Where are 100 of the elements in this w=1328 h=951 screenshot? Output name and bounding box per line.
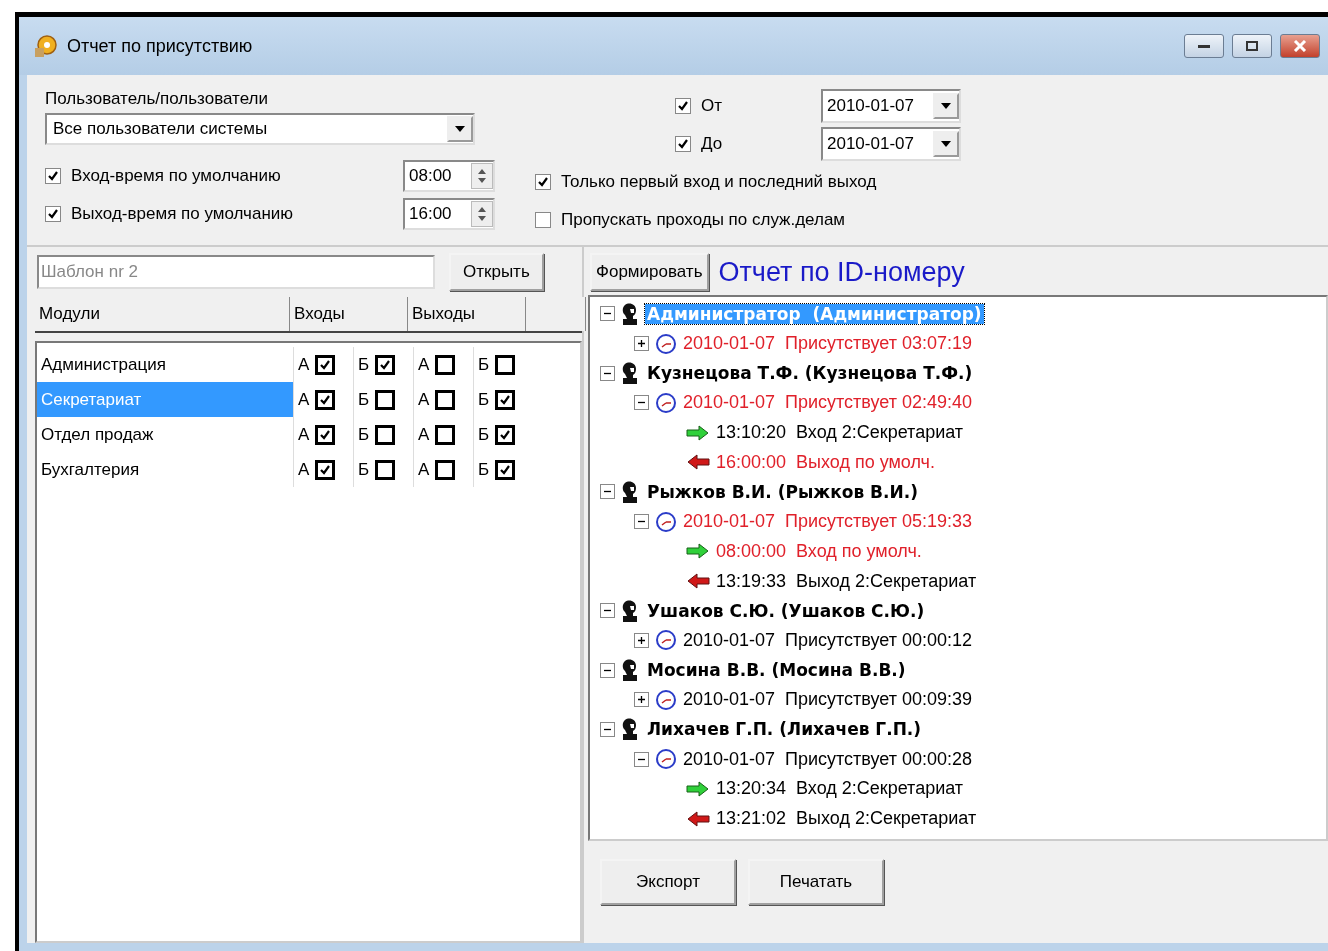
person-icon: [621, 362, 639, 385]
checkbox[interactable]: [435, 424, 456, 445]
module-name[interactable]: Бухгалтерия: [37, 452, 293, 487]
template-field[interactable]: Шаблон nr 2: [37, 255, 435, 289]
checkbox[interactable]: [45, 168, 61, 184]
checkbox[interactable]: [375, 354, 396, 375]
checkbox[interactable]: [375, 459, 396, 480]
user-node[interactable]: Рыжков В.И. (Рыжков В.И.): [645, 481, 920, 502]
user-node[interactable]: Кузнецова Т.Ф. (Кузнецова Т.Ф.): [645, 363, 975, 384]
module-name[interactable]: Администрация: [37, 347, 293, 382]
checkbox[interactable]: [375, 424, 396, 445]
spin-button[interactable]: [471, 201, 493, 227]
generate-button[interactable]: Формировать: [590, 253, 709, 291]
date-picker[interactable]: 2010-01-07: [821, 127, 961, 161]
open-button[interactable]: Открыть: [449, 253, 544, 291]
checkbox[interactable]: [315, 389, 336, 410]
check-icon: [319, 358, 332, 371]
spin-arrows-icon: [477, 206, 487, 222]
checkbox[interactable]: [535, 212, 551, 228]
dropdown-button[interactable]: [933, 93, 959, 119]
collapse-toggle[interactable]: [600, 365, 615, 381]
collapse-toggle[interactable]: [600, 662, 615, 678]
collapse-toggle[interactable]: [634, 514, 649, 530]
collapse-toggle[interactable]: [600, 484, 615, 500]
presence-node[interactable]: 2010-01-07 Присутствует 00:00:28: [683, 748, 973, 770]
person-icon: [621, 480, 639, 503]
plus-icon: [637, 695, 646, 705]
expand-toggle[interactable]: [634, 692, 649, 708]
expand-toggle[interactable]: [634, 632, 649, 648]
checkbox[interactable]: [435, 389, 456, 410]
date-picker[interactable]: 2010-01-07: [821, 89, 961, 123]
collapse-toggle[interactable]: [600, 721, 615, 737]
users-label: Пользователь/пользователи: [45, 89, 269, 109]
user-node[interactable]: Ушаков С.Ю. (Ушаков С.Ю.): [645, 600, 927, 621]
collapse-toggle[interactable]: [600, 603, 615, 619]
date-label: От: [701, 96, 723, 116]
collapse-toggle[interactable]: [600, 306, 615, 322]
event-node[interactable]: 08:00:00 Вход по умолч.: [716, 540, 922, 562]
expand-toggle[interactable]: [634, 336, 649, 352]
checkbox[interactable]: [315, 459, 336, 480]
presence-node[interactable]: 2010-01-07 Присутствует 02:49:40: [683, 392, 973, 414]
minimize-icon: [1197, 43, 1211, 49]
checkbox-label: Б: [358, 354, 370, 375]
check-icon: [319, 393, 332, 406]
presence-node[interactable]: 2010-01-07 Присутствует 03:07:19: [683, 333, 973, 355]
user-node[interactable]: Лихачев Г.П. (Лихачев Г.П.): [645, 719, 924, 740]
checkbox[interactable]: [315, 354, 336, 375]
person-icon: [621, 718, 639, 741]
check-icon: [319, 463, 332, 476]
clock-icon: [655, 629, 677, 652]
check-icon: [319, 428, 332, 441]
spin-button[interactable]: [471, 163, 493, 189]
checkbox-label: А: [418, 424, 430, 445]
dropdown-button[interactable]: [933, 131, 959, 157]
event-node[interactable]: 16:00:00 Выход по умолч.: [716, 451, 935, 473]
person-icon: [621, 302, 639, 325]
date-label: До: [701, 134, 724, 154]
checkbox[interactable]: [495, 424, 516, 445]
checkbox[interactable]: [435, 354, 456, 375]
checkbox-label: Б: [478, 424, 490, 445]
checkbox-label: А: [418, 389, 430, 410]
event-node[interactable]: 13:19:33 Выход 2:Секретариат: [716, 570, 977, 592]
checkbox-label: А: [418, 459, 430, 480]
checkbox[interactable]: [495, 354, 516, 375]
maximize-button[interactable]: [1232, 34, 1272, 58]
presence-node[interactable]: 2010-01-07 Присутствует 00:00:12: [683, 629, 973, 651]
collapse-toggle[interactable]: [634, 395, 649, 411]
presence-node[interactable]: 2010-01-07 Присутствует 00:09:39: [683, 689, 973, 711]
time-field[interactable]: 16:00: [403, 198, 495, 230]
checkbox[interactable]: [675, 136, 691, 152]
time-field[interactable]: 08:00: [403, 160, 495, 192]
left-arrow-icon: [686, 810, 710, 827]
presence-node[interactable]: 2010-01-07 Присутствует 05:19:33: [683, 511, 973, 533]
checkbox[interactable]: [435, 459, 456, 480]
checkbox[interactable]: [375, 389, 396, 410]
maximize-icon: [1245, 40, 1259, 52]
checkbox-label: А: [298, 354, 310, 375]
dropdown-button[interactable]: [447, 116, 473, 142]
plus-icon: [637, 635, 646, 645]
checkbox[interactable]: [315, 424, 336, 445]
checkbox[interactable]: [675, 98, 691, 114]
checkbox-label: А: [298, 389, 310, 410]
close-button[interactable]: [1280, 34, 1320, 58]
users-dropdown[interactable]: Все пользователи системы: [45, 113, 475, 145]
user-node[interactable]: Мосина В.В. (Мосина В.В.): [645, 660, 908, 681]
person-icon: [621, 659, 639, 682]
event-node[interactable]: 13:20:34 Вход 2:Секретариат: [716, 778, 964, 800]
checkbox-label: А: [298, 459, 310, 480]
collapse-toggle[interactable]: [634, 751, 649, 767]
minimize-button[interactable]: [1184, 34, 1224, 58]
action-button[interactable]: Печатать: [748, 859, 884, 905]
checkbox[interactable]: [495, 389, 516, 410]
module-name[interactable]: Отдел продаж: [37, 417, 293, 452]
checkbox[interactable]: [495, 459, 516, 480]
checkbox[interactable]: [45, 206, 61, 222]
event-node[interactable]: 13:21:02 Выход 2:Секретариат: [716, 808, 977, 830]
checkbox[interactable]: [535, 174, 551, 190]
spin-arrows-icon: [477, 168, 487, 184]
event-node[interactable]: 13:10:20 Вход 2:Секретариат: [716, 422, 964, 444]
action-button[interactable]: Экспорт: [600, 859, 736, 905]
